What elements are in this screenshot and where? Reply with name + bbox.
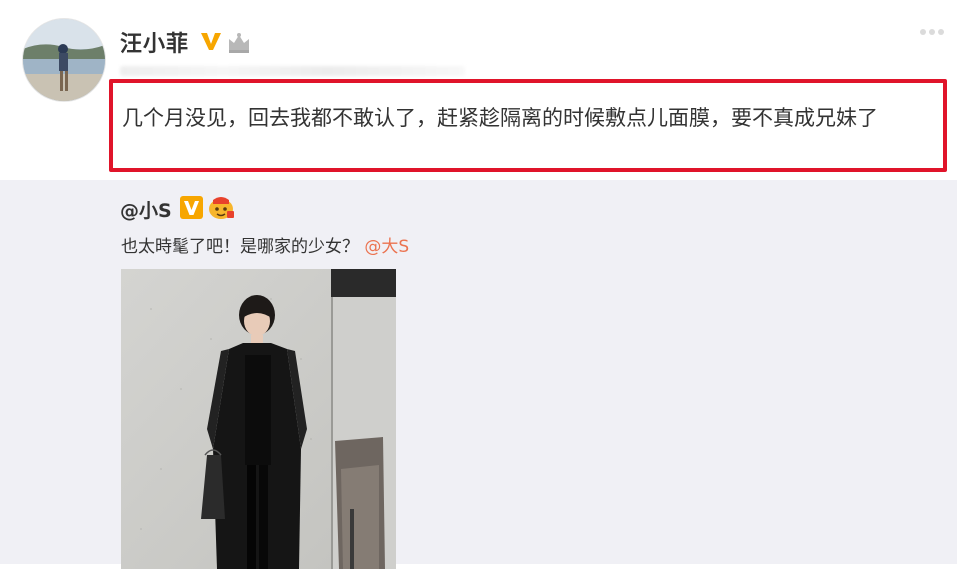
repost-username[interactable]: @小S	[120, 196, 172, 223]
mention-link[interactable]: @大S	[364, 237, 409, 257]
more-options-icon[interactable]	[914, 18, 950, 46]
post-meta-blurred	[120, 66, 465, 76]
weibo-post: 汪小菲 几个月没见，回去我都不敢认了，赶紧趁隔离的时候敷点儿面膜，要不真成兄妹了	[0, 0, 957, 180]
repost-photo[interactable]	[121, 269, 396, 569]
reposted-content[interactable]: @小S 也太時髦了吧！是哪家的少女？ @大S	[0, 180, 957, 569]
post-username[interactable]: 汪小菲	[120, 26, 189, 58]
repost-text-body: 也太時髦了吧！是哪家的少女？	[121, 237, 359, 257]
avatar[interactable]	[22, 18, 106, 102]
repost-text: 也太時髦了吧！是哪家的少女？ @大S	[121, 232, 409, 257]
crown-icon	[229, 33, 249, 53]
verified-v-icon	[180, 196, 203, 219]
verified-v-icon	[201, 33, 221, 50]
post-text: 几个月没见，回去我都不敢认了，赶紧趁隔离的时候敷点儿面膜，要不真成兄妹了	[122, 106, 878, 130]
avatar-image	[23, 19, 105, 101]
emoji-icon	[209, 197, 234, 219]
photo-image	[121, 269, 396, 569]
